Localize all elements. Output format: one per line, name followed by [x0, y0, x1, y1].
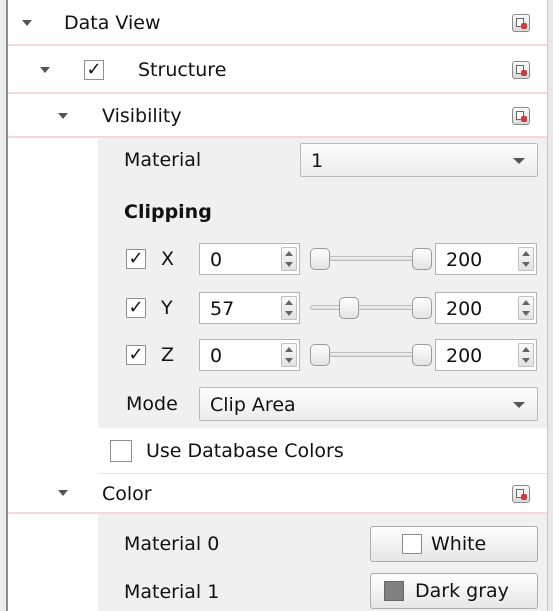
- mode-label: Mode: [126, 393, 178, 415]
- visibility-row[interactable]: Visibility: [8, 94, 547, 138]
- spin-arrows-icon[interactable]: [281, 296, 297, 320]
- material-select[interactable]: 1: [300, 143, 538, 177]
- use-db-colors-row[interactable]: Use Database Colors: [98, 428, 547, 474]
- spin-arrows-icon[interactable]: [518, 343, 534, 367]
- use-db-colors-label: Use Database Colors: [146, 440, 344, 462]
- clip-y-max-value: 200: [446, 298, 483, 320]
- chevron-down-icon: [513, 158, 525, 164]
- clip-x-max-value: 200: [446, 249, 483, 271]
- data-view-row[interactable]: Data View: [8, 0, 547, 46]
- clip-x-min-spinbox[interactable]: 0: [199, 243, 300, 275]
- clip-x-min-value: 0: [210, 249, 223, 271]
- visibility-body: [98, 138, 547, 428]
- spin-arrows-icon[interactable]: [281, 343, 297, 367]
- chevron-down-icon[interactable]: [58, 113, 68, 119]
- structure-checkbox[interactable]: ✓: [84, 60, 104, 80]
- data-view-label: Data View: [64, 12, 161, 34]
- material-1-color-name: Dark gray: [415, 580, 509, 602]
- reset-default-icon[interactable]: [512, 14, 530, 32]
- clip-z-slider[interactable]: [310, 339, 432, 371]
- clip-z-min-spinbox[interactable]: 0: [199, 339, 300, 371]
- use-db-colors-checkbox[interactable]: [110, 440, 132, 462]
- chevron-down-icon[interactable]: [22, 20, 32, 26]
- color-row[interactable]: Color: [8, 474, 547, 514]
- mode-select-value: Clip Area: [210, 394, 296, 416]
- clip-y-label: Y: [161, 297, 173, 319]
- color-swatch: [402, 534, 422, 554]
- mode-select[interactable]: Clip Area: [199, 387, 538, 421]
- material-label: Material: [124, 149, 202, 171]
- clip-x-max-spinbox[interactable]: 200: [435, 243, 537, 275]
- visibility-label: Visibility: [102, 105, 182, 127]
- slider-max-handle[interactable]: [412, 297, 432, 319]
- clip-y-checkbox[interactable]: ✓: [126, 298, 146, 318]
- color-swatch: [384, 581, 404, 601]
- clip-y-min-spinbox[interactable]: 57: [199, 292, 300, 324]
- spin-arrows-icon[interactable]: [518, 247, 534, 271]
- material-0-color-button[interactable]: White: [370, 526, 538, 562]
- clipping-title: Clipping: [124, 201, 212, 223]
- clip-y-slider[interactable]: [310, 292, 432, 324]
- slider-min-handle[interactable]: [310, 248, 330, 270]
- scrollbar-track[interactable]: [547, 0, 553, 611]
- structure-label: Structure: [138, 59, 227, 81]
- structure-row[interactable]: ✓ Structure: [8, 46, 547, 94]
- slider-min-handle[interactable]: [310, 344, 330, 366]
- material-select-value: 1: [311, 150, 324, 172]
- clip-z-min-value: 0: [210, 345, 223, 367]
- clip-z-checkbox[interactable]: ✓: [126, 345, 146, 365]
- clip-x-label: X: [161, 248, 175, 270]
- clip-x-checkbox[interactable]: ✓: [126, 249, 146, 269]
- chevron-down-icon: [513, 402, 525, 408]
- spin-arrows-icon[interactable]: [518, 296, 534, 320]
- clip-y-min-value: 57: [210, 298, 235, 320]
- left-panel-border: [0, 0, 8, 611]
- slider-max-handle[interactable]: [412, 344, 432, 366]
- reset-default-icon[interactable]: [512, 485, 530, 503]
- chevron-down-icon[interactable]: [40, 67, 50, 73]
- slider-max-handle[interactable]: [412, 248, 432, 270]
- material-0-color-name: White: [431, 533, 487, 555]
- clip-z-max-spinbox[interactable]: 200: [435, 339, 537, 371]
- reset-default-icon[interactable]: [512, 107, 530, 125]
- clip-z-max-value: 200: [446, 345, 483, 367]
- color-label: Color: [102, 483, 152, 505]
- material-0-label: Material 0: [124, 533, 220, 555]
- clip-x-slider[interactable]: [310, 243, 432, 275]
- spin-arrows-icon[interactable]: [281, 247, 297, 271]
- slider-min-handle[interactable]: [339, 297, 359, 319]
- reset-default-icon[interactable]: [512, 61, 530, 79]
- chevron-down-icon[interactable]: [58, 490, 68, 496]
- material-1-label: Material 1: [124, 581, 220, 603]
- clip-z-label: Z: [161, 344, 175, 366]
- clip-y-max-spinbox[interactable]: 200: [435, 292, 537, 324]
- material-1-color-button[interactable]: Dark gray: [370, 573, 538, 609]
